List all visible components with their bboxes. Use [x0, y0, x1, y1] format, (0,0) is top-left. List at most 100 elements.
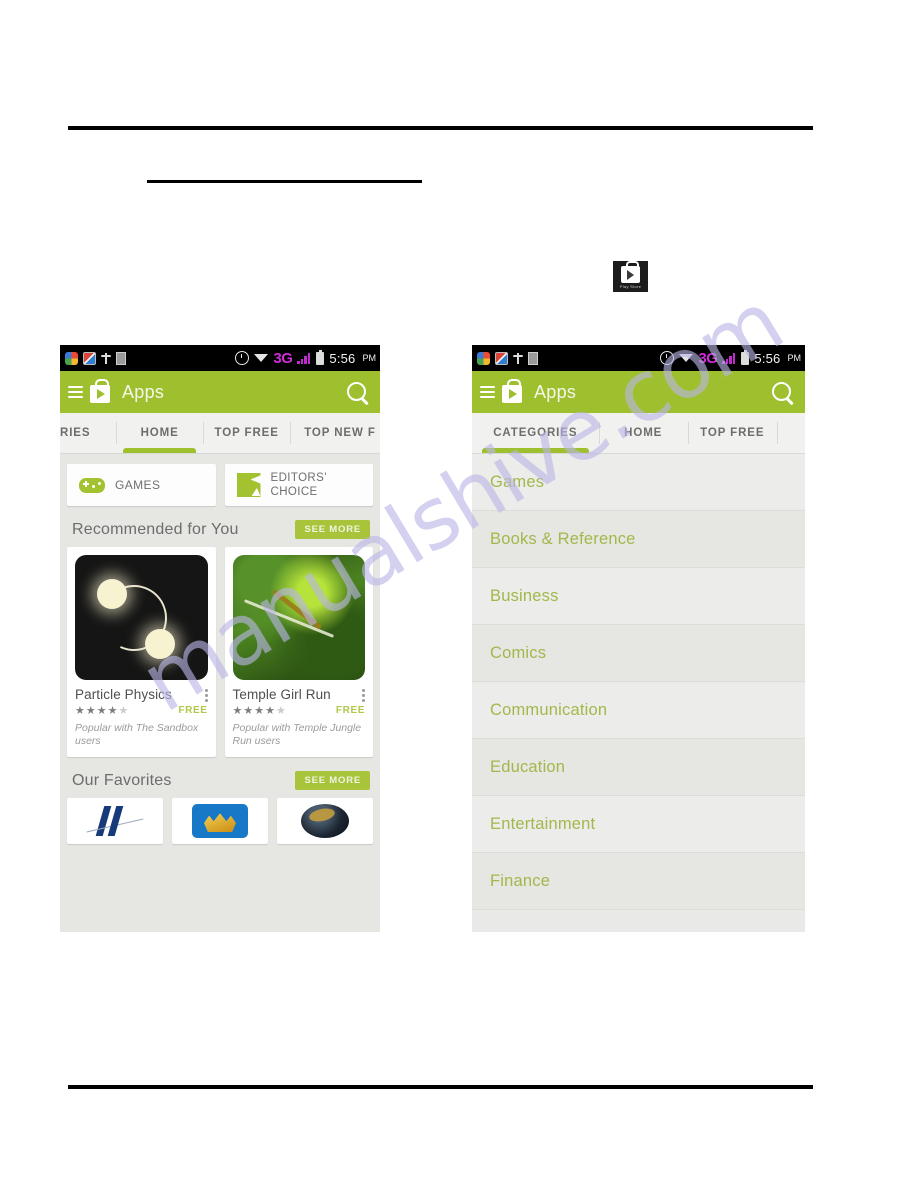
list-item[interactable]: Education [472, 739, 805, 796]
overflow-menu-icon[interactable] [204, 689, 208, 703]
overflow-menu-icon[interactable] [362, 689, 365, 703]
hamburger-menu-icon[interactable] [480, 386, 495, 398]
search-icon[interactable] [772, 382, 791, 401]
search-icon[interactable] [347, 382, 366, 401]
recommended-app-cards: Particle Physics ★★★★★ FREE Popular with… [60, 547, 380, 757]
quick-links-row: GAMES EDITORS' CHOICE [60, 454, 380, 506]
favorites-see-more-button[interactable]: SEE MORE [295, 771, 370, 790]
app-card-rating-row: ★★★★★ FREE [233, 704, 366, 717]
action-bar: Apps [60, 371, 380, 413]
clock-time: 5:56 [329, 350, 356, 366]
editors-choice-line2: CHOICE [270, 486, 318, 498]
app-card-title-row: Temple Girl Run [232, 687, 365, 703]
rating-stars: ★★★★★ [232, 705, 287, 717]
tab-bar: RIES HOME TOP FREE TOP NEW F [60, 413, 380, 454]
status-bar-notification-icons [65, 351, 126, 365]
wifi-icon [679, 353, 694, 364]
globe-app-icon [301, 804, 349, 838]
list-item[interactable]: Games [472, 454, 805, 511]
battery-icon [316, 349, 325, 365]
list-item[interactable] [277, 798, 373, 844]
particle-physics-thumbnail [75, 555, 208, 680]
photos-icon [477, 351, 490, 365]
app-blurb: Popular with The Sandbox users [75, 722, 199, 747]
app-card-title-row: Particle Physics [75, 687, 208, 703]
tab-top-new-free[interactable]: TOP NEW F [290, 413, 380, 453]
recommended-section-title: Recommended for You [72, 520, 239, 538]
photos-icon [65, 351, 78, 365]
sim-card-icon [116, 351, 126, 365]
top-horizontal-rule [68, 126, 813, 130]
tab-top-free[interactable]: TOP FREE [203, 413, 290, 453]
app-card[interactable]: Particle Physics ★★★★★ FREE Popular with… [67, 547, 216, 757]
hamburger-menu-icon[interactable] [68, 386, 83, 398]
gallery-icon [83, 351, 96, 365]
app-title: Temple Girl Run [232, 687, 331, 702]
status-bar-system-icons: 3G 5:56 PM [235, 345, 376, 371]
tab-categories[interactable]: RIES [60, 413, 116, 453]
list-item[interactable]: Business [472, 568, 805, 625]
list-item[interactable]: Books & Reference [472, 511, 805, 568]
tab-next[interactable] [776, 413, 805, 453]
favorites-section-title: Our Favorites [72, 771, 172, 789]
editors-choice-icon [236, 473, 261, 497]
tab-home[interactable]: HOME [598, 413, 688, 453]
app-bar-title: Apps [534, 381, 577, 402]
list-item[interactable]: Finance [472, 853, 805, 910]
right-phone-screenshot: 3G 5:56 PM Apps CATEGORIES HOME TOP FREE… [472, 345, 805, 932]
gamepad-icon [79, 477, 105, 493]
list-item[interactable] [172, 798, 268, 844]
status-bar-system-icons: 3G 5:56 PM [660, 345, 801, 371]
status-bar: 3G 5:56 PM [60, 345, 380, 371]
editors-choice-chip-label: EDITORS' CHOICE [271, 471, 327, 499]
list-item[interactable]: Communication [472, 682, 805, 739]
games-chip[interactable]: GAMES [67, 464, 216, 506]
action-bar: Apps [472, 371, 805, 413]
list-item[interactable]: Entertainment [472, 796, 805, 853]
left-phone-screenshot: 3G 5:56 PM Apps RIES HOME TOP FREE TOP N… [60, 345, 380, 932]
play-store-icon: Play Store [613, 261, 648, 292]
clock-time: 5:56 [754, 350, 781, 366]
list-item[interactable]: Comics [472, 625, 805, 682]
play-store-bag-icon [621, 261, 640, 283]
favorites-section-header: Our Favorites SEE MORE [60, 757, 380, 798]
usb-icon [513, 352, 523, 365]
editors-choice-chip[interactable]: EDITORS' CHOICE [224, 464, 373, 506]
temple-girl-run-thumbnail [232, 555, 365, 680]
app-card-rating-row: ★★★★★ FREE [75, 704, 208, 717]
bottom-horizontal-rule [68, 1085, 813, 1089]
alarm-icon [235, 351, 250, 365]
recommended-see-more-button[interactable]: SEE MORE [295, 520, 370, 539]
play-store-bag-icon [90, 378, 110, 403]
alarm-icon [660, 351, 675, 365]
app-price-label: FREE [335, 705, 365, 716]
jungle-streak [271, 589, 322, 630]
status-bar-notification-icons [477, 351, 538, 365]
tab-categories[interactable]: CATEGORIES [472, 413, 599, 453]
play-store-icon-caption: Play Store [619, 284, 642, 289]
app-title: Particle Physics [75, 687, 172, 702]
app-blurb: Popular with Temple Jungle Run users [232, 722, 362, 747]
editors-choice-line1: EDITORS' [270, 472, 327, 484]
games-chip-label: GAMES [115, 478, 161, 492]
favorites-app-row [60, 798, 380, 844]
tab-top-free[interactable]: TOP FREE [687, 413, 777, 453]
tab-home[interactable]: HOME [116, 413, 203, 453]
particle-orb [97, 579, 127, 609]
section-underline-rule [147, 180, 422, 183]
rating-stars: ★★★★★ [75, 705, 130, 717]
store-home-content: GAMES EDITORS' CHOICE Recommended for Yo… [60, 454, 380, 932]
network-type-label: 3G [273, 349, 293, 367]
signal-strength-icon [297, 352, 311, 364]
play-store-bag-icon [502, 378, 522, 403]
list-item[interactable] [67, 798, 163, 844]
tab-bar: CATEGORIES HOME TOP FREE [472, 413, 805, 454]
clock-ampm: PM [787, 353, 802, 363]
status-bar: 3G 5:56 PM [472, 345, 805, 371]
app-card[interactable]: Temple Girl Run ★★★★★ FREE Popular with … [224, 547, 373, 757]
sim-card-icon [528, 351, 538, 365]
gmail-app-icon [86, 804, 144, 838]
blue-app-icon [192, 804, 248, 838]
app-bar-title: Apps [122, 381, 165, 402]
category-list: Games Books & Reference Business Comics … [472, 454, 805, 910]
